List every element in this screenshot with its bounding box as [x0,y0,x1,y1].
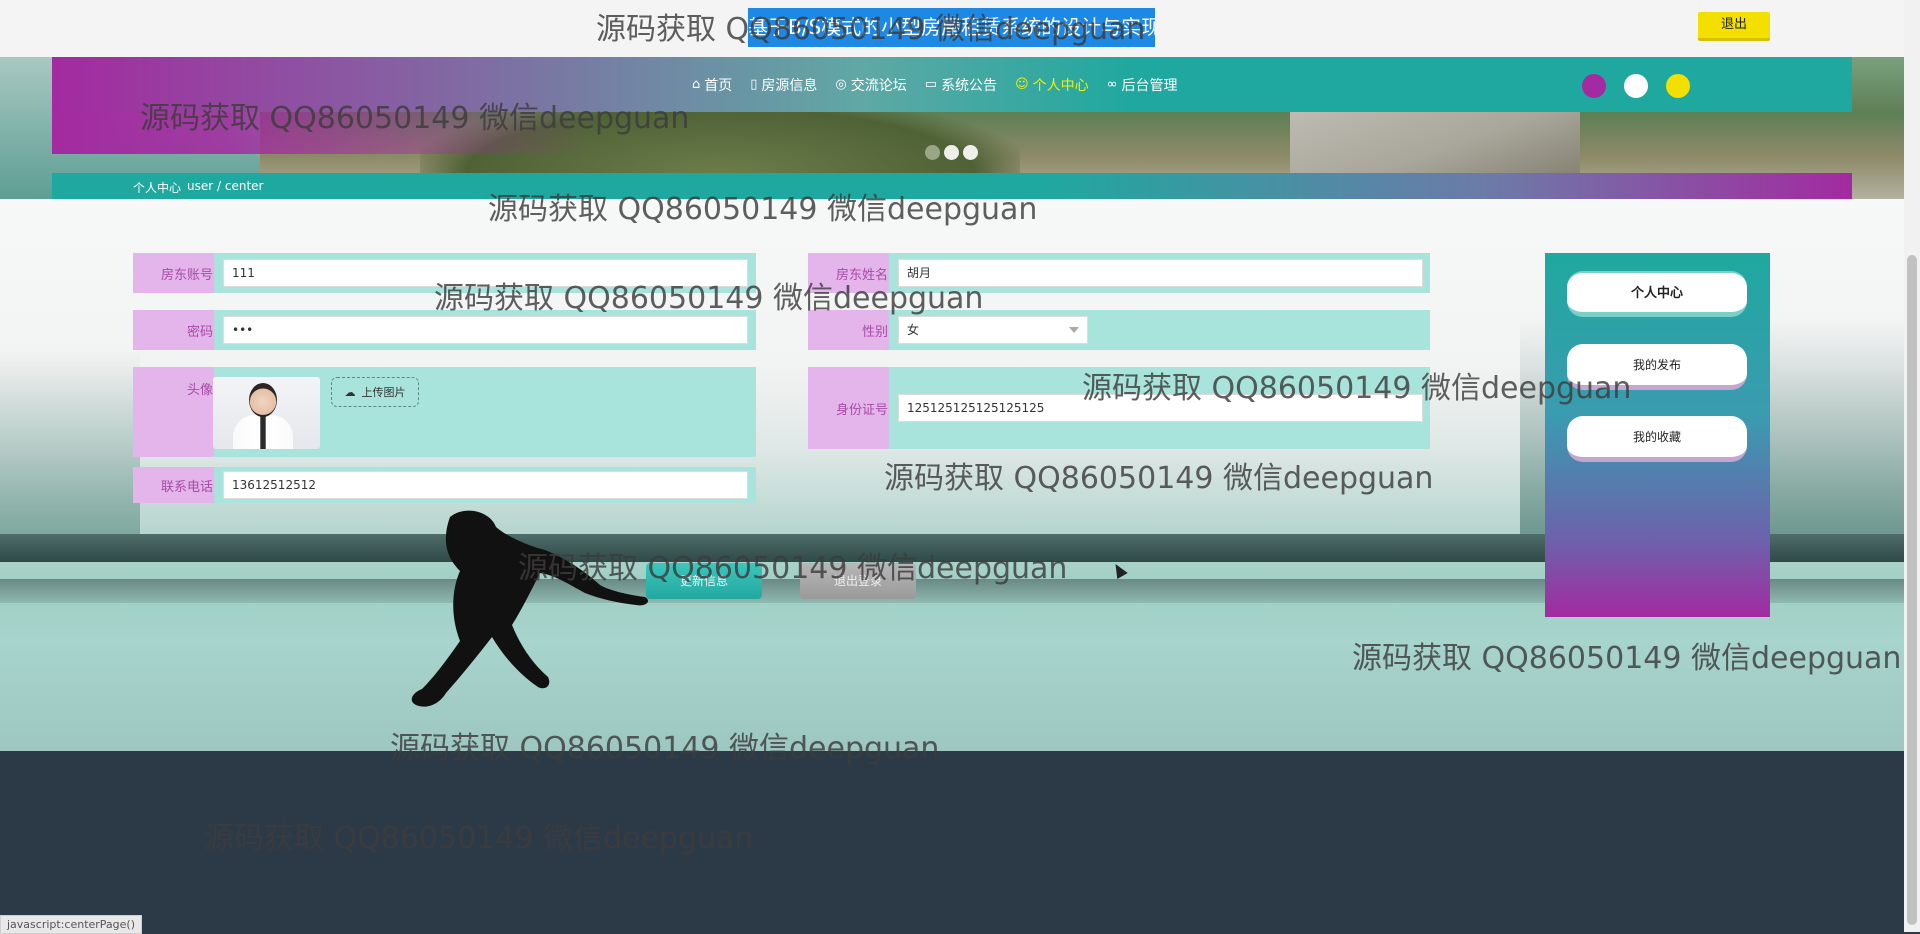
user-sidebar: 个人中心 我的发布 我的收藏 [1545,253,1770,617]
phone-label: 联系电话 [160,479,213,495]
chevron-down-icon [1069,327,1079,333]
cloud-upload-icon: ☁ [344,385,356,399]
account-input[interactable]: 111 [223,259,748,287]
name-input[interactable]: 胡月 [898,259,1423,287]
nav-item-label: 交流论坛 [850,77,907,94]
nav-item-home[interactable]: ⌂ 首页 [692,75,732,95]
nav-item-forum[interactable]: ◎ 交流论坛 [835,75,906,95]
avatar-label: 头像 [186,383,213,398]
home-icon: ⌂ [692,77,701,92]
phone-row: 联系电话 13612512512 [133,467,756,503]
gender-value: 女 [907,323,920,337]
name-label: 房东姓名 [835,267,888,283]
phone-input[interactable]: 13612512512 [223,471,748,499]
theme-switcher [1582,74,1690,98]
password-label: 密码 [186,324,213,340]
account-row: 房东账号 111 [133,253,756,293]
breadcrumb-bar [52,173,1852,199]
id-card-row: 身份证号 125125125125125125 [808,367,1430,449]
theme-white-button[interactable] [1624,74,1648,98]
theme-purple-button[interactable] [1582,74,1606,98]
gender-label: 性别 [861,324,888,340]
status-bar: javascript:centerPage() [0,915,143,934]
breadcrumb: 个人中心 user / center [133,179,263,196]
city-left [0,349,140,539]
carousel-dot[interactable] [925,145,940,160]
theme-yellow-button[interactable] [1666,74,1690,98]
account-label: 房东账号 [160,267,213,283]
id-card-label: 身份证号 [835,402,888,418]
gender-select[interactable]: 女 [898,316,1088,344]
nav-item-label: 后台管理 [1121,77,1178,94]
password-input[interactable]: ••• [223,316,748,344]
palette-icon: ◎ [835,77,847,92]
name-row: 房东姓名 胡月 [808,253,1430,293]
breadcrumb-path: user / center [187,179,264,193]
link-icon: ∞ [1106,77,1118,92]
avatar-row: 头像 ☁ 上传图片 [133,367,756,457]
carousel-dot[interactable] [944,145,959,160]
top-bar: 基于B/S模式的小型房屋租赁系统的设计与实现 退出 [0,0,1904,57]
nav-item-announcements[interactable]: ▭ 系统公告 [925,75,997,95]
breadcrumb-current: 个人中心 [133,181,182,195]
password-row: 密码 ••• [133,310,756,350]
nav-item-listings[interactable]: ▯ 房源信息 [750,75,817,95]
nav-item-label: 房源信息 [761,77,818,94]
gender-row: 性别 女 [808,310,1430,350]
sidebar-item-user-center[interactable]: 个人中心 [1567,271,1747,317]
nav-item-user-center[interactable]: ☺ 个人中心 [1015,75,1089,95]
carousel-dot[interactable] [963,145,978,160]
nav-item-label: 首页 [704,77,733,94]
sidebar-item-my-favorites[interactable]: 我的收藏 [1567,416,1747,462]
upload-label: 上传图片 [361,386,406,399]
footer [0,751,1904,932]
sidebar-item-my-posts[interactable]: 我的发布 [1567,344,1747,390]
update-info-button[interactable]: 更新信息 [646,563,762,599]
user-icon: ☺ [1015,77,1029,92]
scrollbar-thumb[interactable] [1907,255,1917,925]
nav-item-label: 个人中心 [1032,77,1089,94]
site-title: 基于B/S模式的小型房屋租赁系统的设计与实现 [748,8,1155,47]
document-icon: ▯ [750,77,758,92]
logout-button[interactable]: 退出 [1698,12,1770,41]
logout-account-button[interactable]: 退出登录 [800,563,916,599]
id-card-input[interactable]: 125125125125125125 [898,394,1423,422]
nav-item-admin[interactable]: ∞ 后台管理 [1107,75,1178,95]
book-icon: ▭ [924,77,938,92]
carousel-indicators [925,145,978,160]
scrollbar[interactable] [1904,0,1920,932]
main-nav: ⌂ 首页 ▯ 房源信息 ◎ 交流论坛 ▭ 系统公告 ☺ 个人中心 ∞ 后台管理 [692,57,1177,112]
nav-item-label: 系统公告 [941,77,998,94]
avatar [213,377,320,449]
upload-image-button[interactable]: ☁ 上传图片 [331,377,419,407]
runner-silhouette [411,510,649,707]
